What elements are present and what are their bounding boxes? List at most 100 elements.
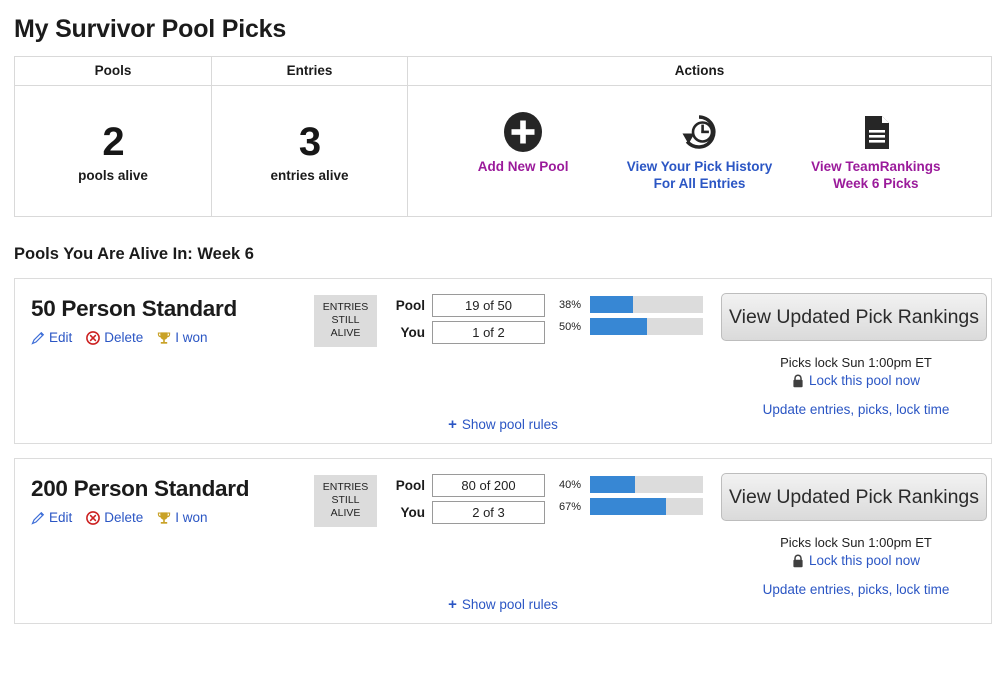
edit-pool-link[interactable]: Edit (31, 510, 72, 525)
view-teamrankings-action[interactable]: View TeamRankings Week 6 Picks (788, 111, 964, 192)
show-pool-rules-link[interactable]: + Show pool rules (448, 597, 558, 612)
summary-body-row: 2 pools alive 3 entries alive Add New Po… (14, 85, 992, 217)
you-progress-fill (590, 318, 647, 335)
you-count-label: You (400, 505, 426, 520)
progress-bars-group: 38% 50% (559, 296, 703, 340)
pool-card-right: View Updated Pick Rankings Picks lock Su… (721, 293, 991, 417)
badge-line-2: STILL (331, 314, 360, 326)
pool-count-value[interactable]: 19 of 50 (432, 294, 545, 317)
section-heading-alive-pools: Pools You Are Alive In: Week 6 (14, 245, 254, 263)
pool-name: 50 Person Standard (31, 296, 237, 321)
pool-card: 200 Person Standard Edit Delete I won EN… (14, 458, 992, 624)
pencil-icon (31, 331, 45, 345)
edit-pool-link[interactable]: Edit (31, 330, 72, 345)
pool-progress-row: 38% (559, 296, 703, 313)
view-pick-history-action[interactable]: View Your Pick History For All Entries (611, 111, 787, 192)
pool-count-row: Pool 80 of 200 (389, 474, 545, 497)
lock-pool-now-row: Lock this pool now (721, 553, 991, 568)
pool-progress-pct: 38% (559, 298, 582, 311)
pencil-icon (31, 511, 45, 525)
pool-progress-track (590, 476, 703, 493)
status-badge: ENTRIES STILL ALIVE (314, 475, 377, 527)
column-header-actions: Actions (407, 56, 992, 86)
pool-progress-row: 40% (559, 476, 703, 493)
view-teamrankings-line2: Week 6 Picks (833, 175, 919, 191)
delete-pool-link[interactable]: Delete (86, 330, 143, 345)
lock-pool-now-row: Lock this pool now (721, 373, 991, 388)
edit-pool-label: Edit (49, 510, 73, 525)
counts-group: Pool 80 of 200 You 2 of 3 (389, 474, 545, 528)
summary-table: Pools Entries Actions 2 pools alive 3 en… (14, 56, 992, 217)
add-new-pool-label: Add New Pool (477, 158, 569, 174)
pool-progress-fill (590, 296, 633, 313)
pool-card-inner: 50 Person Standard Edit Delete I won ENT… (15, 279, 991, 417)
plus-circle-icon (502, 111, 544, 153)
column-header-pools: Pools (14, 56, 212, 86)
pool-card-left: 200 Person Standard Edit Delete I won (31, 473, 314, 525)
view-updated-pick-rankings-button[interactable]: View Updated Pick Rankings (721, 473, 987, 521)
pool-actions: Edit Delete I won (31, 330, 314, 345)
pool-count-label: Pool (395, 478, 425, 493)
badge-line-1: ENTRIES (322, 301, 369, 313)
view-pick-history-line2: For All Entries (653, 175, 746, 191)
view-pick-history-line1: View Your Pick History (626, 158, 773, 174)
history-clock-icon (678, 111, 720, 153)
i-won-label: I won (175, 330, 208, 345)
column-header-entries: Entries (211, 56, 408, 86)
close-circle-icon (86, 330, 101, 345)
show-pool-rules-label: Show pool rules (461, 417, 558, 432)
pool-progress-pct: 40% (559, 478, 582, 491)
badge-line-3: ALIVE (330, 327, 361, 339)
you-count-value[interactable]: 1 of 2 (432, 321, 545, 344)
pool-count-row: Pool 19 of 50 (389, 294, 545, 317)
page-title: My Survivor Pool Picks (14, 15, 287, 43)
actions-cell: Add New Pool View Your Pick History For … (407, 85, 992, 217)
document-icon (855, 111, 897, 153)
close-circle-icon (86, 510, 101, 525)
lock-pool-now-link[interactable]: Lock this pool now (809, 553, 920, 568)
you-progress-row: 50% (559, 318, 703, 335)
trophy-icon (158, 331, 171, 344)
pool-count-value[interactable]: 80 of 200 (432, 474, 545, 497)
add-new-pool-action[interactable]: Add New Pool (435, 111, 611, 175)
you-count-value[interactable]: 2 of 3 (432, 501, 545, 524)
delete-pool-label: Delete (104, 330, 144, 345)
page-root: My Survivor Pool Picks Pools Entries Act… (0, 12, 1006, 683)
show-pool-rules-link[interactable]: + Show pool rules (448, 417, 558, 432)
badge-line-2: STILL (331, 494, 360, 506)
lock-icon (793, 554, 803, 567)
you-progress-fill (590, 498, 666, 515)
trophy-icon (158, 511, 171, 524)
pool-count-label: Pool (395, 298, 425, 313)
counts-group: Pool 19 of 50 You 1 of 2 (389, 294, 545, 348)
you-count-row: You 2 of 3 (389, 501, 545, 524)
pool-card-left: 50 Person Standard Edit Delete I won (31, 293, 314, 345)
edit-pool-label: Edit (49, 330, 73, 345)
pools-alive-cell: 2 pools alive (14, 85, 212, 217)
plus-icon: + (448, 416, 457, 433)
picks-lock-time: Picks lock Sun 1:00pm ET (780, 355, 932, 370)
pools-alive-label: pools alive (78, 167, 148, 183)
delete-pool-link[interactable]: Delete (86, 510, 143, 525)
you-progress-track (590, 498, 703, 515)
plus-icon: + (448, 596, 457, 613)
i-won-link[interactable]: I won (157, 330, 208, 345)
i-won-link[interactable]: I won (157, 510, 208, 525)
view-teamrankings-label: View TeamRankings Week 6 Picks (811, 158, 940, 192)
pool-actions: Edit Delete I won (31, 510, 314, 525)
view-updated-pick-rankings-button[interactable]: View Updated Pick Rankings (721, 293, 987, 341)
entries-alive-label: entries alive (270, 167, 349, 183)
update-entries-link[interactable]: Update entries, picks, lock time (721, 402, 991, 417)
status-badge: ENTRIES STILL ALIVE (314, 295, 377, 347)
picks-lock-time: Picks lock Sun 1:00pm ET (780, 535, 932, 550)
you-progress-pct: 67% (559, 500, 582, 513)
you-progress-row: 67% (559, 498, 703, 515)
actions-row: Add New Pool View Your Pick History For … (409, 111, 990, 192)
lock-icon (793, 374, 803, 387)
lock-pool-now-link[interactable]: Lock this pool now (809, 373, 920, 388)
update-entries-link[interactable]: Update entries, picks, lock time (721, 582, 991, 597)
pool-progress-track (590, 296, 703, 313)
pool-card-right: View Updated Pick Rankings Picks lock Su… (721, 473, 991, 597)
show-pool-rules-row: + Show pool rules (15, 416, 991, 434)
entries-alive-cell: 3 entries alive (211, 85, 408, 217)
